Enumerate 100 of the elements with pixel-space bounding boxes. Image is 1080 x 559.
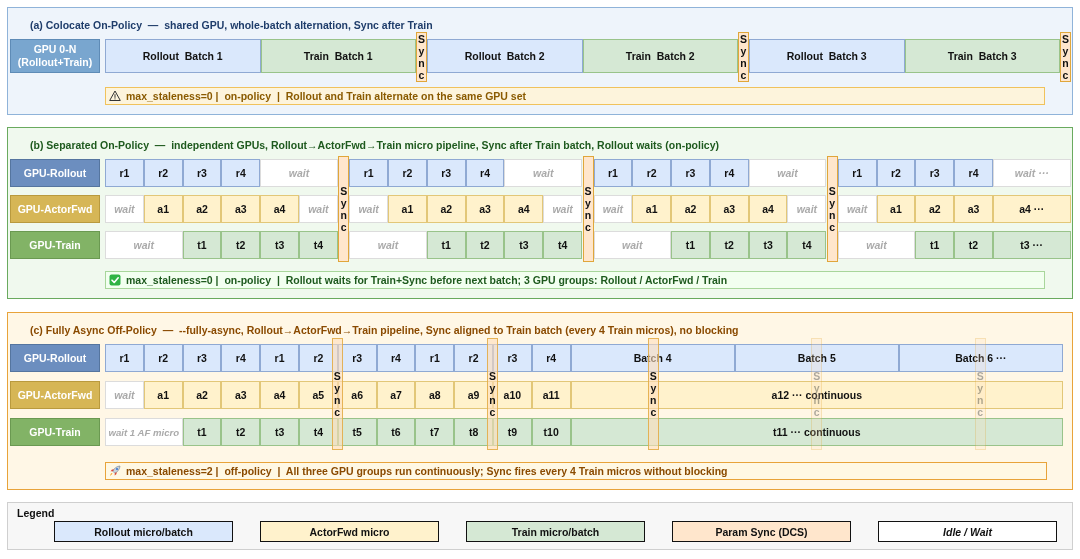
legend-swatch: Rollout micro/batch — [54, 521, 233, 543]
task-block: Rollout Batch 3 — [749, 39, 905, 74]
task-block: t1 — [182, 231, 222, 260]
wait-block: wait — [105, 381, 144, 410]
lane-label: GPU-ActorFwd — [10, 195, 100, 224]
task-block: t3 — [260, 418, 299, 447]
sync-marker: Sync — [738, 32, 749, 83]
wait-block: wait — [349, 195, 389, 224]
task-block: r1 — [105, 344, 144, 373]
sync-marker: Sync — [826, 156, 838, 263]
task-block: Train Batch 3 — [904, 39, 1060, 74]
task-block: t1 — [671, 231, 710, 260]
task-block: a1 — [876, 195, 916, 224]
task-block: r3 — [915, 159, 955, 188]
task-block: Batch 5 — [734, 344, 899, 373]
wait-block: wait — [593, 195, 633, 224]
section-title: (c) Fully Async Off-Policy — --fully-async, Rollout→ActorFwd→Train pipeline, Sync aligned to Train batch (every 4 Train micros), no blocking — [29, 323, 740, 339]
sync-marker: Sync — [338, 156, 350, 263]
task-block: a2 — [426, 195, 466, 224]
task-block: r4 — [954, 159, 993, 188]
task-block: a1 — [632, 195, 672, 224]
task-block: a4 — [748, 195, 788, 224]
task-block: r1 — [415, 344, 455, 373]
task-block: t2 — [709, 231, 749, 260]
legend-swatch: Train micro/batch — [466, 521, 645, 543]
lane-label: GPU-Rollout — [10, 344, 100, 373]
task-block: r2 — [143, 344, 183, 373]
task-block: a4 — [504, 195, 544, 224]
task-block: r2 — [143, 159, 183, 188]
task-block: r3 — [426, 159, 466, 188]
task-block: a3 — [465, 195, 505, 224]
wait-block: wait — [543, 195, 583, 224]
legend-title: Legend — [17, 507, 56, 521]
task-block: t6 — [376, 418, 416, 447]
task-block: r2 — [632, 159, 672, 188]
task-block: t2 — [221, 418, 261, 447]
legend-swatch: Idle / Wait — [878, 521, 1057, 543]
lane-label: GPU-Train — [10, 418, 100, 447]
task-block: r1 — [593, 159, 633, 188]
task-block: r4 — [376, 344, 416, 373]
task-block: a8 — [415, 381, 455, 410]
task-block: Train Batch 2 — [582, 39, 738, 74]
wait-block: wait — [837, 231, 916, 260]
wait-block: wait — [260, 159, 338, 188]
note-text: max_staleness=0 | on-policy | Rollout and Train alternate on the same GPU set — [126, 90, 527, 103]
task-block: r1 — [260, 344, 299, 373]
task-block: t2 — [465, 231, 505, 260]
task-block: Train Batch 1 — [260, 39, 416, 74]
task-block: a3 — [709, 195, 749, 224]
task-block: t3 — [748, 231, 788, 260]
wait-block: wait — [748, 159, 827, 188]
task-block: Batch 6 ··· — [898, 344, 1063, 373]
task-block: t4 — [543, 231, 583, 260]
task-block: t9 — [492, 418, 532, 447]
wait-block: wait ··· — [992, 159, 1071, 188]
legend-swatch: Param Sync (DCS) — [672, 521, 851, 543]
task-block: a4 — [260, 195, 299, 224]
task-block: a2 — [182, 195, 222, 224]
task-block: t5 — [337, 418, 377, 447]
wait-block: wait — [299, 195, 338, 224]
wait-block: wait — [105, 231, 183, 260]
task-block: r4 — [465, 159, 505, 188]
task-block: r4 — [709, 159, 749, 188]
task-block: a1 — [388, 195, 427, 224]
wait-block: wait — [593, 231, 672, 260]
task-block: a1 — [143, 381, 183, 410]
task-block: a11 — [531, 381, 571, 410]
task-block: a3 — [954, 195, 993, 224]
task-block: r3 — [337, 344, 377, 373]
task-block: r3 — [492, 344, 532, 373]
note-text: max_staleness=0 | on-policy | Rollout waits for Train+Sync before next batch; 3 GPU groups: Rollout / ActorFwd / Train — [126, 274, 728, 287]
lane-label: GPU-Train — [10, 231, 100, 260]
task-block: a7 — [376, 381, 416, 410]
task-block: a1 — [143, 195, 183, 224]
task-block: t1 — [915, 231, 955, 260]
task-block: r3 — [671, 159, 710, 188]
task-block: t10 — [531, 418, 571, 447]
wait-block: wait — [837, 195, 877, 224]
lane-label: GPU 0-N (Rollout+Train) — [10, 39, 100, 74]
rocket-icon — [109, 465, 121, 478]
task-block: a3 — [221, 195, 261, 224]
task-block: r4 — [221, 159, 261, 188]
task-block: Rollout Batch 1 — [105, 39, 261, 74]
task-block: r2 — [876, 159, 916, 188]
task-block: t4 — [299, 231, 338, 260]
wait-block: wait — [787, 195, 827, 224]
task-block: t3 ··· — [992, 231, 1071, 260]
task-block: r2 — [454, 344, 493, 373]
task-block: a2 — [182, 381, 222, 410]
task-block: t7 — [415, 418, 455, 447]
wait-block: wait — [504, 159, 583, 188]
section-title: (b) Separated On-Policy — independent GPUs, Rollout→ActorFwd→Train micro pipeline, Sync after Train batch, Rollout waits (on-policy) — [29, 138, 720, 154]
task-block: r3 — [182, 159, 222, 188]
task-block: r3 — [182, 344, 222, 373]
task-block: t2 — [221, 231, 261, 260]
task-block: r2 — [299, 344, 338, 373]
task-block: t1 — [426, 231, 466, 260]
section-title: (a) Colocate On-Policy — shared GPU, whole-batch alternation, Sync after Train — [29, 18, 434, 33]
sync-marker: Sync — [582, 156, 594, 263]
task-block: Rollout Batch 2 — [427, 39, 583, 74]
